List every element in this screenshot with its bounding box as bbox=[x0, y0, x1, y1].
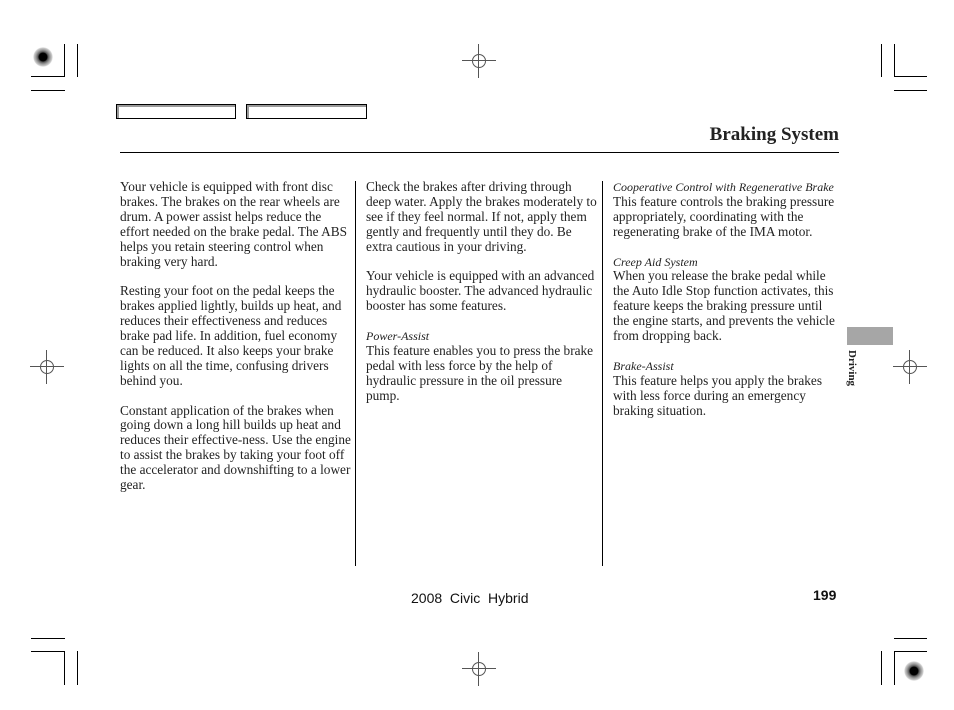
paragraph: Resting your foot on the pedal keeps the… bbox=[120, 283, 342, 388]
crop-mark bbox=[894, 76, 927, 77]
paragraph-text: This feature helps you apply the brakes … bbox=[613, 372, 822, 418]
side-tab-marker bbox=[847, 327, 893, 345]
side-tab-label: Driving bbox=[846, 350, 858, 387]
crop-mark bbox=[894, 651, 927, 652]
column-divider bbox=[602, 181, 603, 566]
paragraph-text: This feature enables you to press the br… bbox=[366, 342, 594, 403]
crop-mark bbox=[64, 44, 65, 77]
paragraph: Your vehicle is equipped with an advance… bbox=[366, 268, 595, 314]
crop-mark bbox=[894, 90, 927, 91]
subheading-cooperative-control: Cooperative Control with Regenerative Br… bbox=[613, 180, 834, 194]
registration-mark-icon bbox=[904, 661, 924, 681]
column-1: Your vehicle is equipped with front disc… bbox=[120, 179, 352, 508]
crosshair-icon bbox=[462, 652, 496, 686]
header-tab-box bbox=[116, 104, 236, 119]
paragraph-text: This feature controls the braking pressu… bbox=[613, 193, 835, 239]
paragraph: Cooperative Control with Regenerative Br… bbox=[613, 180, 841, 240]
column-divider bbox=[355, 181, 356, 566]
registration-mark-icon bbox=[33, 47, 53, 67]
page-number: 199 bbox=[813, 587, 837, 603]
crosshair-icon bbox=[893, 350, 927, 384]
paragraph: Brake-Assist This feature helps you appl… bbox=[613, 359, 841, 419]
header-rule bbox=[120, 152, 839, 153]
column-3: Cooperative Control with Regenerative Br… bbox=[613, 180, 841, 433]
crosshair-icon bbox=[30, 350, 64, 384]
section-title: Braking System bbox=[709, 124, 839, 145]
crop-mark bbox=[77, 651, 78, 685]
subheading-power-assist: Power-Assist bbox=[366, 329, 430, 344]
subheading-brake-assist: Brake-Assist bbox=[613, 358, 674, 373]
crop-mark bbox=[64, 651, 65, 685]
subheading-creep-aid: Creep Aid System bbox=[613, 254, 698, 269]
crop-mark bbox=[894, 651, 895, 685]
crop-mark bbox=[31, 638, 65, 639]
crosshair-icon bbox=[462, 44, 496, 78]
column-2: Check the brakes after driving through d… bbox=[366, 179, 598, 418]
crop-mark bbox=[881, 44, 882, 77]
crop-mark bbox=[894, 638, 927, 639]
paragraph: Constant application of the brakes when … bbox=[120, 402, 351, 493]
footer-book-title: 2008 Civic Hybrid bbox=[411, 590, 529, 606]
paragraph: Check the brakes after driving through d… bbox=[366, 179, 597, 254]
paragraph: Your vehicle is equipped with front disc… bbox=[120, 179, 347, 269]
paragraph: Creep Aid System When you release the br… bbox=[613, 255, 841, 344]
crop-mark bbox=[31, 76, 65, 77]
crop-mark bbox=[31, 651, 65, 652]
crop-mark bbox=[881, 651, 882, 685]
crop-mark bbox=[894, 44, 895, 77]
paragraph: Power-Assist This feature enables you to… bbox=[366, 329, 598, 404]
header-tab-box bbox=[246, 104, 367, 119]
crop-mark bbox=[31, 90, 65, 91]
crop-mark bbox=[77, 44, 78, 77]
paragraph-text: When you release the brake pedal while t… bbox=[613, 268, 835, 344]
